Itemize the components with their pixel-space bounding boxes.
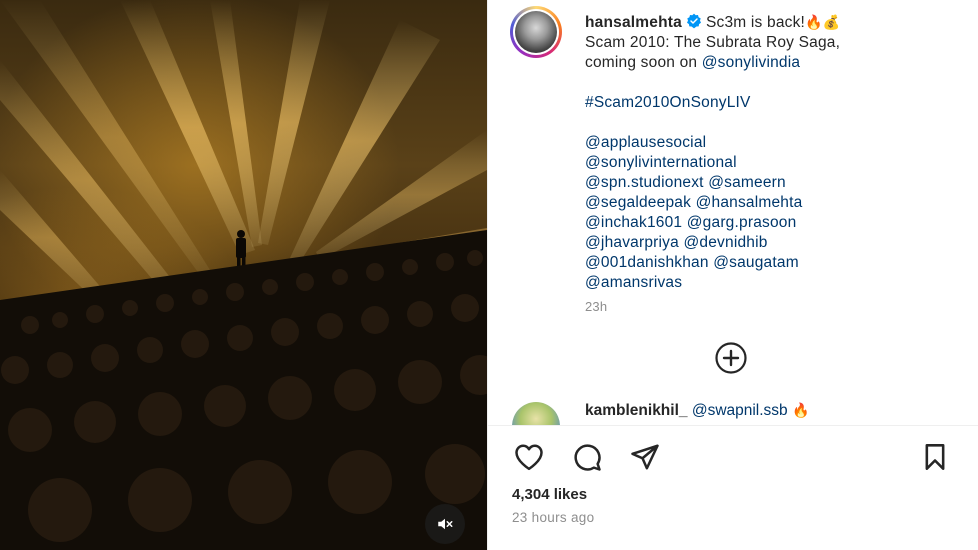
- crowd-silhouette: [0, 230, 487, 550]
- fire-money-emoji: 🔥💰: [805, 14, 841, 30]
- post-details-panel: hansalmehta Sc3m is back!🔥💰 Scam 2010: Th…: [487, 0, 978, 550]
- mention-link[interactable]: @inchak1601: [585, 214, 682, 231]
- mention-link[interactable]: @hansalmehta: [696, 194, 803, 211]
- share-button[interactable]: [628, 440, 662, 474]
- mention-link[interactable]: @spn.studionext: [585, 174, 704, 191]
- heart-icon: [515, 444, 543, 471]
- save-button[interactable]: [918, 440, 952, 474]
- speaker-muted-icon: [438, 518, 453, 530]
- paper-plane-icon: [631, 444, 659, 470]
- caption-line-1: Sc3m is back!: [705, 14, 806, 31]
- mention-link[interactable]: @sameern: [708, 174, 786, 191]
- caption-line-3-prefix: coming soon on: [585, 54, 698, 71]
- load-more-comments-button[interactable]: [714, 341, 748, 375]
- mention-link[interactable]: @jhavarpriya: [585, 234, 679, 251]
- comment-bubble-icon: [574, 444, 601, 471]
- post-timestamp[interactable]: 23 hours ago: [512, 510, 594, 525]
- mention-link[interactable]: @saugatam: [713, 254, 799, 271]
- caption-section: hansalmehta Sc3m is back!🔥💰 Scam 2010: Th…: [488, 0, 978, 425]
- caption-line-2: Scam 2010: The Subrata Roy Saga,: [585, 34, 841, 51]
- caption-timestamp[interactable]: 23h: [585, 297, 965, 317]
- author-avatar-image: [515, 11, 557, 53]
- comment-item: kamblenikhil_ @swapnil.ssb 🔥: [510, 400, 970, 425]
- post-media[interactable]: [0, 0, 487, 550]
- mention-link[interactable]: @swapnil.ssb: [692, 402, 788, 419]
- commenter-avatar[interactable]: [512, 402, 560, 425]
- mention-link[interactable]: @segaldeepak: [585, 194, 691, 211]
- mute-button[interactable]: [425, 504, 465, 544]
- mention-link[interactable]: @applausesocial: [585, 134, 706, 151]
- plus-circle-icon: [715, 342, 747, 374]
- mention-link[interactable]: @devnidhib: [683, 234, 767, 251]
- like-button[interactable]: [512, 440, 546, 474]
- post-actions-bar: 4,304 likes 23 hours ago: [488, 425, 978, 550]
- mention-link[interactable]: @sonylivinternational: [585, 154, 737, 171]
- mention-link[interactable]: @001danishkhan: [585, 254, 709, 271]
- post-caption: hansalmehta Sc3m is back!🔥💰 Scam 2010: Th…: [585, 12, 965, 317]
- fire-emoji: 🔥: [792, 402, 810, 418]
- comment-button[interactable]: [570, 440, 604, 474]
- commenter-username[interactable]: kamblenikhil_: [585, 402, 688, 419]
- mention-link[interactable]: @garg.prasoon: [687, 214, 797, 231]
- hashtag-link[interactable]: #Scam2010OnSonyLIV: [585, 93, 965, 113]
- bookmark-icon: [925, 444, 945, 470]
- mention-link[interactable]: @amansrivas: [585, 274, 682, 291]
- author-avatar[interactable]: [510, 6, 562, 58]
- verified-badge-icon: [686, 13, 701, 29]
- likes-count[interactable]: 4,304 likes: [512, 486, 587, 503]
- author-username[interactable]: hansalmehta: [585, 14, 682, 31]
- mention-link[interactable]: @sonylivindia: [702, 54, 800, 71]
